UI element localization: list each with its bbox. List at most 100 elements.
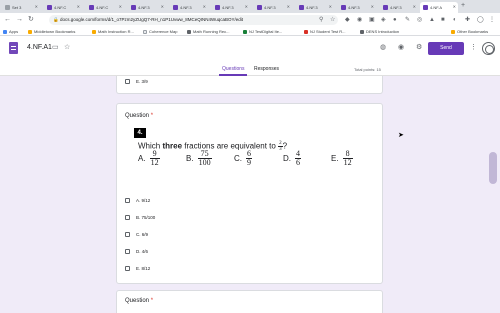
bookmark-item[interactable]: NJ TestDigital Ite... [243, 29, 282, 34]
back-arrow-icon[interactable]: ← [4, 16, 11, 24]
choice-fraction: 8 12 [342, 150, 353, 167]
preview-eye-icon[interactable]: ◉ [398, 43, 404, 52]
tab-favicon-icon [47, 5, 52, 11]
zoom-icon[interactable]: ⚲ [319, 16, 323, 24]
reload-icon[interactable]: ↻ [28, 16, 34, 24]
choice-b: B. 75 100 [186, 150, 212, 167]
option-checkbox[interactable] [125, 249, 130, 254]
close-tab-icon[interactable]: ✕ [35, 4, 38, 9]
bookmark-apps[interactable]: Apps [3, 29, 18, 34]
account-avatar[interactable] [482, 42, 495, 55]
browser-tab[interactable]: 4.NF.3 ✕ [296, 2, 334, 13]
option-label: E. 3/9 [136, 79, 148, 84]
page-scrollbar[interactable] [486, 76, 500, 313]
extension-icon[interactable]: ■ [441, 16, 445, 24]
close-tab-icon[interactable]: ✕ [77, 4, 80, 9]
question-label: Question * [125, 113, 153, 119]
fraction-denominator: 9 [247, 158, 251, 167]
bookmark-item[interactable]: Middletown Bookmarks [28, 29, 75, 34]
bookmarks-bar: Apps Middletown Bookmarks Math Instructi… [0, 27, 500, 36]
close-tab-icon[interactable]: ✕ [161, 4, 164, 9]
option-label: A. 9/12 [136, 198, 151, 203]
extension-icon[interactable]: ▣ [369, 16, 375, 24]
browser-tab[interactable]: 4.NF.3 ✕ [128, 2, 166, 13]
new-tab-button[interactable]: + [461, 2, 465, 9]
folder-icon[interactable]: ▭ [52, 43, 59, 52]
globe-icon [187, 29, 191, 34]
choice-a: A. 9 12 [138, 150, 160, 167]
bookmark-item[interactable]: Coherence Map [143, 29, 177, 34]
extension-icon[interactable]: ◆ [345, 16, 350, 24]
option-checkbox[interactable] [125, 232, 130, 237]
apps-icon [3, 29, 7, 34]
bookmark-item[interactable]: DENS Introduction [360, 29, 399, 34]
bookmark-item[interactable]: Math Instruction R... [92, 29, 134, 34]
bookmark-star-icon[interactable]: ☆ [330, 16, 335, 24]
choice-fraction: 9 12 [149, 150, 160, 167]
question-prompt: Which three fractions are equivalent to … [138, 141, 287, 152]
browser-tab[interactable]: Set 3 ✕ [2, 2, 40, 13]
browser-tab[interactable]: 4.NF.3 ✕ [254, 2, 292, 13]
google-forms-logo-icon[interactable] [9, 42, 18, 54]
bookmark-label: NJ Student Test R... [310, 29, 346, 34]
page-icon [143, 29, 147, 34]
tab-favicon-icon [257, 5, 262, 11]
browser-tab[interactable]: 4.NF.3 ✕ [170, 2, 208, 13]
scrollbar-thumb[interactable] [489, 152, 497, 184]
extension-icon[interactable]: ◉ [357, 16, 362, 24]
question-label-text: Question [125, 298, 150, 304]
question-image: 4. Which three fractions are equivalent … [134, 126, 364, 176]
browser-tab[interactable]: 4.NF.3 ✕ [212, 2, 250, 13]
close-tab-icon[interactable]: ✕ [287, 4, 290, 9]
extension-icon[interactable]: ✎ [405, 16, 410, 24]
extension-icon[interactable]: ◈ [381, 16, 386, 24]
close-tab-icon[interactable]: ✕ [371, 4, 374, 9]
option-checkbox[interactable] [125, 198, 130, 203]
tab-favicon-icon [299, 5, 304, 11]
tab-responses[interactable]: Responses [254, 66, 279, 72]
choice-d: D. 4 6 [283, 150, 301, 167]
puzzle-icon[interactable]: ✚ [465, 16, 470, 24]
browser-tab[interactable]: 4.NF.3 ✕ [338, 2, 376, 13]
browser-tab[interactable]: 4.NF.3 ✕ [380, 2, 418, 13]
bookmark-label: NJ TestDigital Ite... [249, 29, 283, 34]
extension-icon[interactable]: ● [393, 16, 397, 24]
tab-title: 4.NF.C [96, 5, 109, 10]
send-button[interactable]: Send [428, 42, 464, 55]
profile-icon[interactable]: ◯ [477, 16, 484, 24]
close-tab-icon[interactable]: ✕ [119, 4, 122, 9]
star-icon[interactable]: ☆ [64, 43, 70, 52]
option-checkbox[interactable] [125, 79, 130, 84]
browser-tab-active[interactable]: 4.NF.A ✕ [420, 2, 458, 13]
more-options-icon[interactable]: ⋮ [470, 43, 477, 52]
address-bar[interactable]: 🔒 docs.google.com/forms/d/1_o7Pzm2yZUgQ7… [49, 15, 338, 25]
close-tab-icon[interactable]: ✕ [245, 4, 248, 9]
bookmark-item[interactable]: NJ Student Test R... [304, 29, 346, 34]
tab-favicon-icon [131, 5, 136, 11]
extension-icon[interactable]: ◎ [417, 16, 422, 24]
close-tab-icon[interactable]: ✕ [203, 4, 206, 9]
bookmark-item[interactable]: Math Running Rec... [187, 29, 229, 34]
option-checkbox[interactable] [125, 215, 130, 220]
form-title[interactable]: 4.NF.A1 [27, 44, 52, 51]
option-checkbox[interactable] [125, 266, 130, 271]
question-label-text: Question [125, 113, 150, 119]
close-tab-icon[interactable]: ✕ [413, 4, 416, 9]
settings-gear-icon[interactable]: ⚙ [416, 43, 422, 52]
bookmark-label: DENS Introduction [366, 29, 400, 34]
extension-icon[interactable]: ▲ [429, 16, 435, 24]
browser-tab[interactable]: 4.NF.C ✕ [86, 2, 124, 13]
close-tab-icon[interactable]: ✕ [329, 4, 332, 9]
forward-arrow-icon[interactable]: → [16, 16, 23, 24]
close-tab-icon[interactable]: ✕ [453, 4, 456, 9]
question-card-next[interactable]: Question * [116, 290, 383, 313]
browser-menu-icon[interactable]: ⋮ [489, 16, 495, 24]
tab-questions[interactable]: Questions [222, 66, 245, 72]
browser-tab[interactable]: 4.NF.C ✕ [44, 2, 82, 13]
fraction-denominator: 12 [343, 158, 352, 167]
url-text: docs.google.com/forms/d/1_o7Pzm2yZUgQ7-R… [60, 17, 243, 22]
extension-icon[interactable]: ◐ [453, 16, 457, 24]
bookmark-item[interactable]: Other Bookmarks [451, 29, 488, 34]
palette-icon[interactable]: ◍ [380, 43, 386, 52]
choice-fraction: 46 [295, 150, 301, 167]
